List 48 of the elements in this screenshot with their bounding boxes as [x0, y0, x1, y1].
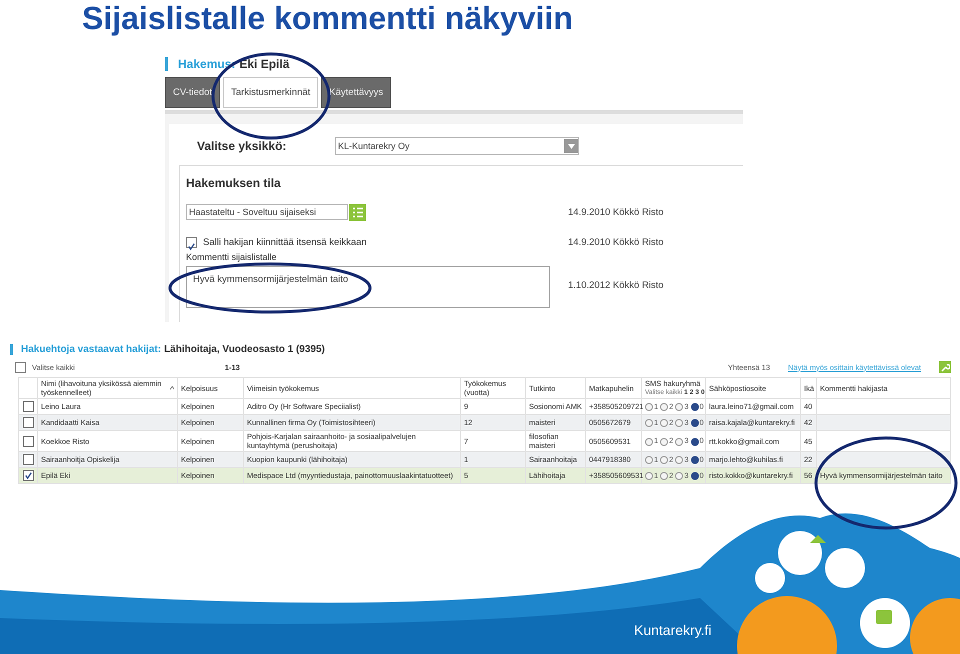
tab[interactable]: Tarkistusmerkinnät — [223, 77, 318, 108]
list-icon[interactable] — [349, 204, 366, 220]
radio-button[interactable] — [645, 438, 653, 446]
radio-button[interactable] — [690, 419, 699, 427]
checkbox[interactable] — [23, 470, 34, 481]
tab[interactable]: CV-tiedot — [165, 77, 220, 108]
radio-button[interactable] — [690, 438, 699, 446]
date-author: 1.10.2012 Kökkö Risto — [568, 280, 664, 291]
radio-button[interactable] — [690, 472, 699, 480]
comment-field[interactable]: Hyvä kymmensormijärjestelmän taito — [186, 266, 550, 308]
radio-button[interactable] — [660, 438, 668, 446]
sort-icon[interactable] — [170, 386, 174, 390]
radio-button[interactable] — [660, 419, 668, 427]
radio-button[interactable] — [675, 472, 684, 480]
tab[interactable]: Käytettävyys — [321, 77, 392, 108]
checkbox[interactable] — [23, 401, 34, 412]
radio-button[interactable] — [690, 403, 699, 411]
radio-button[interactable] — [675, 456, 684, 464]
radio-button[interactable] — [675, 419, 684, 427]
settings-button[interactable] — [939, 361, 951, 373]
section-title: Hakemuksen tila — [186, 176, 282, 190]
radio-button[interactable] — [645, 403, 653, 411]
radio-button[interactable] — [690, 456, 699, 464]
heading-label: Hakuehtoja vastaavat hakijat: — [21, 344, 162, 355]
site-name: Kuntarekry.fi — [634, 622, 712, 638]
search-criteria: Lähihoitaja, Vuodeosasto 1 (9395) — [164, 344, 325, 355]
radio-button[interactable] — [675, 438, 684, 446]
slide-title: Sijaislistalle kommentti näkyviin — [81, 0, 574, 36]
comment-label: Kommentti sijaislistalle — [186, 252, 278, 262]
radio-button[interactable] — [660, 472, 668, 480]
status-field[interactable]: Haastateltu - Soveltuu sijaiseksi — [186, 204, 348, 220]
radio-button[interactable] — [645, 456, 653, 464]
checkbox[interactable] — [23, 436, 34, 446]
checkbox[interactable] — [15, 362, 26, 372]
radio-button[interactable] — [660, 456, 668, 464]
date-author: 14.9.2010 Kökkö Risto — [568, 236, 664, 248]
caret-icon[interactable] — [568, 144, 574, 148]
unit-dropdown[interactable]: KL-Kuntarekry Oy — [335, 137, 579, 155]
checkbox[interactable] — [23, 417, 34, 428]
radio-button[interactable] — [645, 472, 653, 480]
radio-button[interactable] — [675, 403, 684, 411]
unit-label: Valitse yksikkö: — [197, 139, 288, 153]
radio-button[interactable] — [660, 403, 668, 411]
checkbox[interactable] — [23, 454, 34, 465]
date-author: 14.9.2010 Kökkö Risto — [568, 206, 664, 218]
checkbox[interactable] — [186, 236, 197, 248]
radio-button[interactable] — [645, 419, 653, 427]
checkbox-label: Salli hakijan kiinnittää itsensä keikkaan — [203, 236, 367, 248]
